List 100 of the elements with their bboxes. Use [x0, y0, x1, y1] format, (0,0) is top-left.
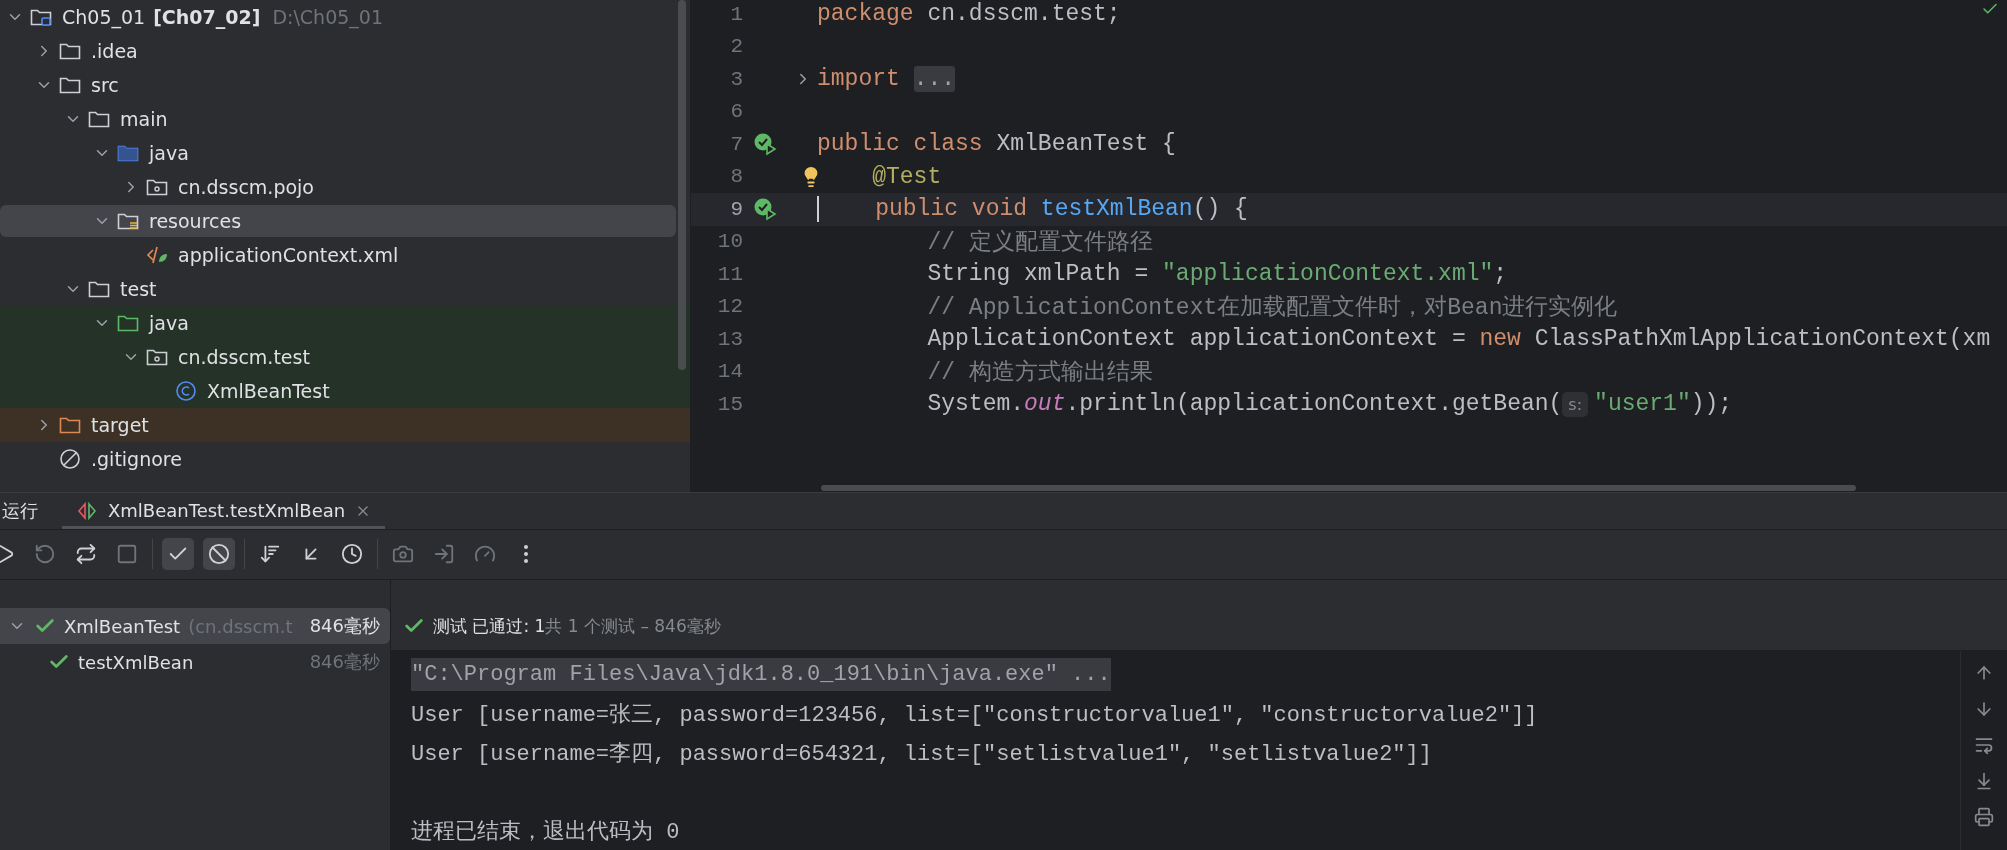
- tree-item[interactable]: .gitignore: [87, 448, 182, 470]
- code-token: String xmlPath =: [926, 261, 1150, 288]
- code-token: public class: [817, 131, 984, 158]
- line-number: 15: [716, 392, 743, 416]
- code-token: ApplicationContext applicationContext =: [926, 326, 1467, 353]
- line-number: 6: [729, 100, 743, 124]
- code-token: public void: [874, 196, 1029, 223]
- xml-file-icon: [146, 245, 168, 265]
- tree-item[interactable]: Ch05_01: [58, 6, 146, 28]
- code-token: new: [1479, 326, 1521, 353]
- ban-button[interactable]: [203, 538, 235, 571]
- tree-item[interactable]: applicationContext.xml: [174, 244, 399, 266]
- code-token: testXmlBean: [1040, 196, 1193, 223]
- module-path: D:\Ch05_01: [271, 6, 383, 28]
- import-icon: [433, 543, 455, 566]
- print-icon[interactable]: [1974, 807, 1994, 827]
- tree-item[interactable]: test: [116, 278, 157, 300]
- line-number: 7: [729, 132, 743, 156]
- run-test-passed-icon[interactable]: [753, 197, 779, 222]
- scroll-to-end-icon[interactable]: [1974, 771, 1994, 791]
- line-number: 3: [729, 67, 743, 91]
- line-number: 12: [716, 295, 743, 319]
- tree-item[interactable]: java: [145, 312, 189, 334]
- soft-wrap-icon[interactable]: [1974, 735, 1994, 755]
- test-summary: 共 1 个测试 – 846毫秒: [545, 614, 721, 638]
- scrollbar[interactable]: [678, 0, 686, 370]
- module-name: [Ch07_02]: [152, 6, 261, 28]
- code-token: ;: [1493, 261, 1508, 288]
- folder-icon: [59, 76, 81, 94]
- code-token: cn.dsscm.test;: [927, 1, 1121, 28]
- test-result-icon: [76, 500, 98, 521]
- code-token: import: [817, 66, 901, 93]
- tree-item[interactable]: cn.dsscm.pojo: [174, 176, 314, 198]
- console-line: 进程已结束，退出代码为 0: [411, 818, 680, 846]
- more-icon: [524, 545, 528, 564]
- line-number: 14: [716, 360, 743, 384]
- ban-icon: [208, 543, 230, 566]
- tree-item[interactable]: src: [87, 74, 119, 96]
- test-duration: 846毫秒: [309, 650, 380, 674]
- code-token: // ApplicationContext在加载配置文件时，对Bean进行实例化: [926, 293, 1618, 323]
- folder-icon: [117, 212, 139, 230]
- test-tree-row[interactable]: testXmlBean 846毫秒: [0, 644, 390, 680]
- test-name: testXmlBean: [78, 651, 194, 673]
- code-token: @Test: [871, 163, 942, 190]
- code-editor[interactable]: [691, 0, 2007, 492]
- line-number: 13: [716, 327, 743, 351]
- folder-icon: [59, 416, 81, 434]
- rerun-icon: [0, 543, 15, 566]
- tree-item[interactable]: .idea: [87, 40, 138, 62]
- code-token: out: [1024, 391, 1066, 418]
- code-token: // 构造方式输出结果: [926, 358, 1153, 388]
- module-folder-icon: [30, 8, 52, 26]
- tree-item[interactable]: target: [87, 414, 149, 436]
- line-number: 9: [729, 197, 743, 221]
- line-number: 10: [716, 230, 743, 254]
- clock-icon: [341, 543, 363, 566]
- console-line: User [username=张三, password=123456, list=["constructorvalue1", "constructorvalue2"]]: [411, 701, 1538, 729]
- toggle-auto-test-icon: [75, 543, 97, 566]
- code-token: package: [817, 1, 915, 28]
- test-status: 测试 已通过: 1: [433, 614, 546, 638]
- tree-item[interactable]: main: [116, 108, 168, 130]
- tree-item[interactable]: XmlBeanTest: [203, 380, 330, 402]
- code-token: // 定义配置文件路径: [926, 228, 1153, 258]
- folder-icon: [117, 314, 139, 332]
- code-token: "user1": [1594, 391, 1691, 418]
- package-icon: [146, 348, 168, 366]
- package-icon: [146, 178, 168, 196]
- code-token: () {: [1192, 196, 1248, 223]
- tree-item[interactable]: resources: [145, 210, 242, 232]
- folder-icon: [59, 42, 81, 60]
- class-icon: [175, 380, 197, 402]
- test-name: XmlBeanTest: [64, 615, 181, 637]
- code-token: "applicationContext.xml": [1162, 261, 1494, 288]
- code-token: XmlBeanTest {: [996, 131, 1176, 158]
- line-number: 8: [729, 165, 743, 189]
- check-button[interactable]: [162, 538, 194, 571]
- test-duration: 846毫秒: [309, 614, 380, 638]
- tree-item[interactable]: cn.dsscm.test: [174, 346, 310, 368]
- parameter-hint: s:: [1562, 391, 1589, 417]
- code-token: ));: [1690, 391, 1733, 418]
- folded-code[interactable]: ...: [913, 66, 956, 93]
- text-cursor: [817, 196, 819, 223]
- ignored-file-icon: [59, 448, 81, 470]
- line-number: 1: [729, 2, 743, 26]
- code-token: .println(applicationContext.getBean(: [1065, 391, 1563, 418]
- scrollbar[interactable]: [821, 485, 1856, 491]
- rerun-failed-icon: [34, 543, 56, 566]
- code-token: ClassPathXmlApplicationContext(xm: [1533, 326, 1991, 353]
- run-tab[interactable]: XmlBeanTest.testXmlBean: [62, 493, 386, 529]
- console-line: User [username=李四, password=654321, list=["setlistvalue1", "setlistvalue2"]]: [411, 740, 1432, 768]
- code-token: System.: [926, 391, 1025, 418]
- folder-icon: [88, 110, 110, 128]
- folder-icon: [88, 280, 110, 298]
- folder-icon: [117, 144, 139, 162]
- stop-icon: [116, 543, 138, 566]
- line-number: 2: [729, 35, 743, 59]
- run-test-passed-icon[interactable]: [753, 132, 779, 157]
- line-number: 11: [716, 262, 743, 286]
- tree-item[interactable]: java: [145, 142, 189, 164]
- panel-title: 运行: [2, 498, 39, 523]
